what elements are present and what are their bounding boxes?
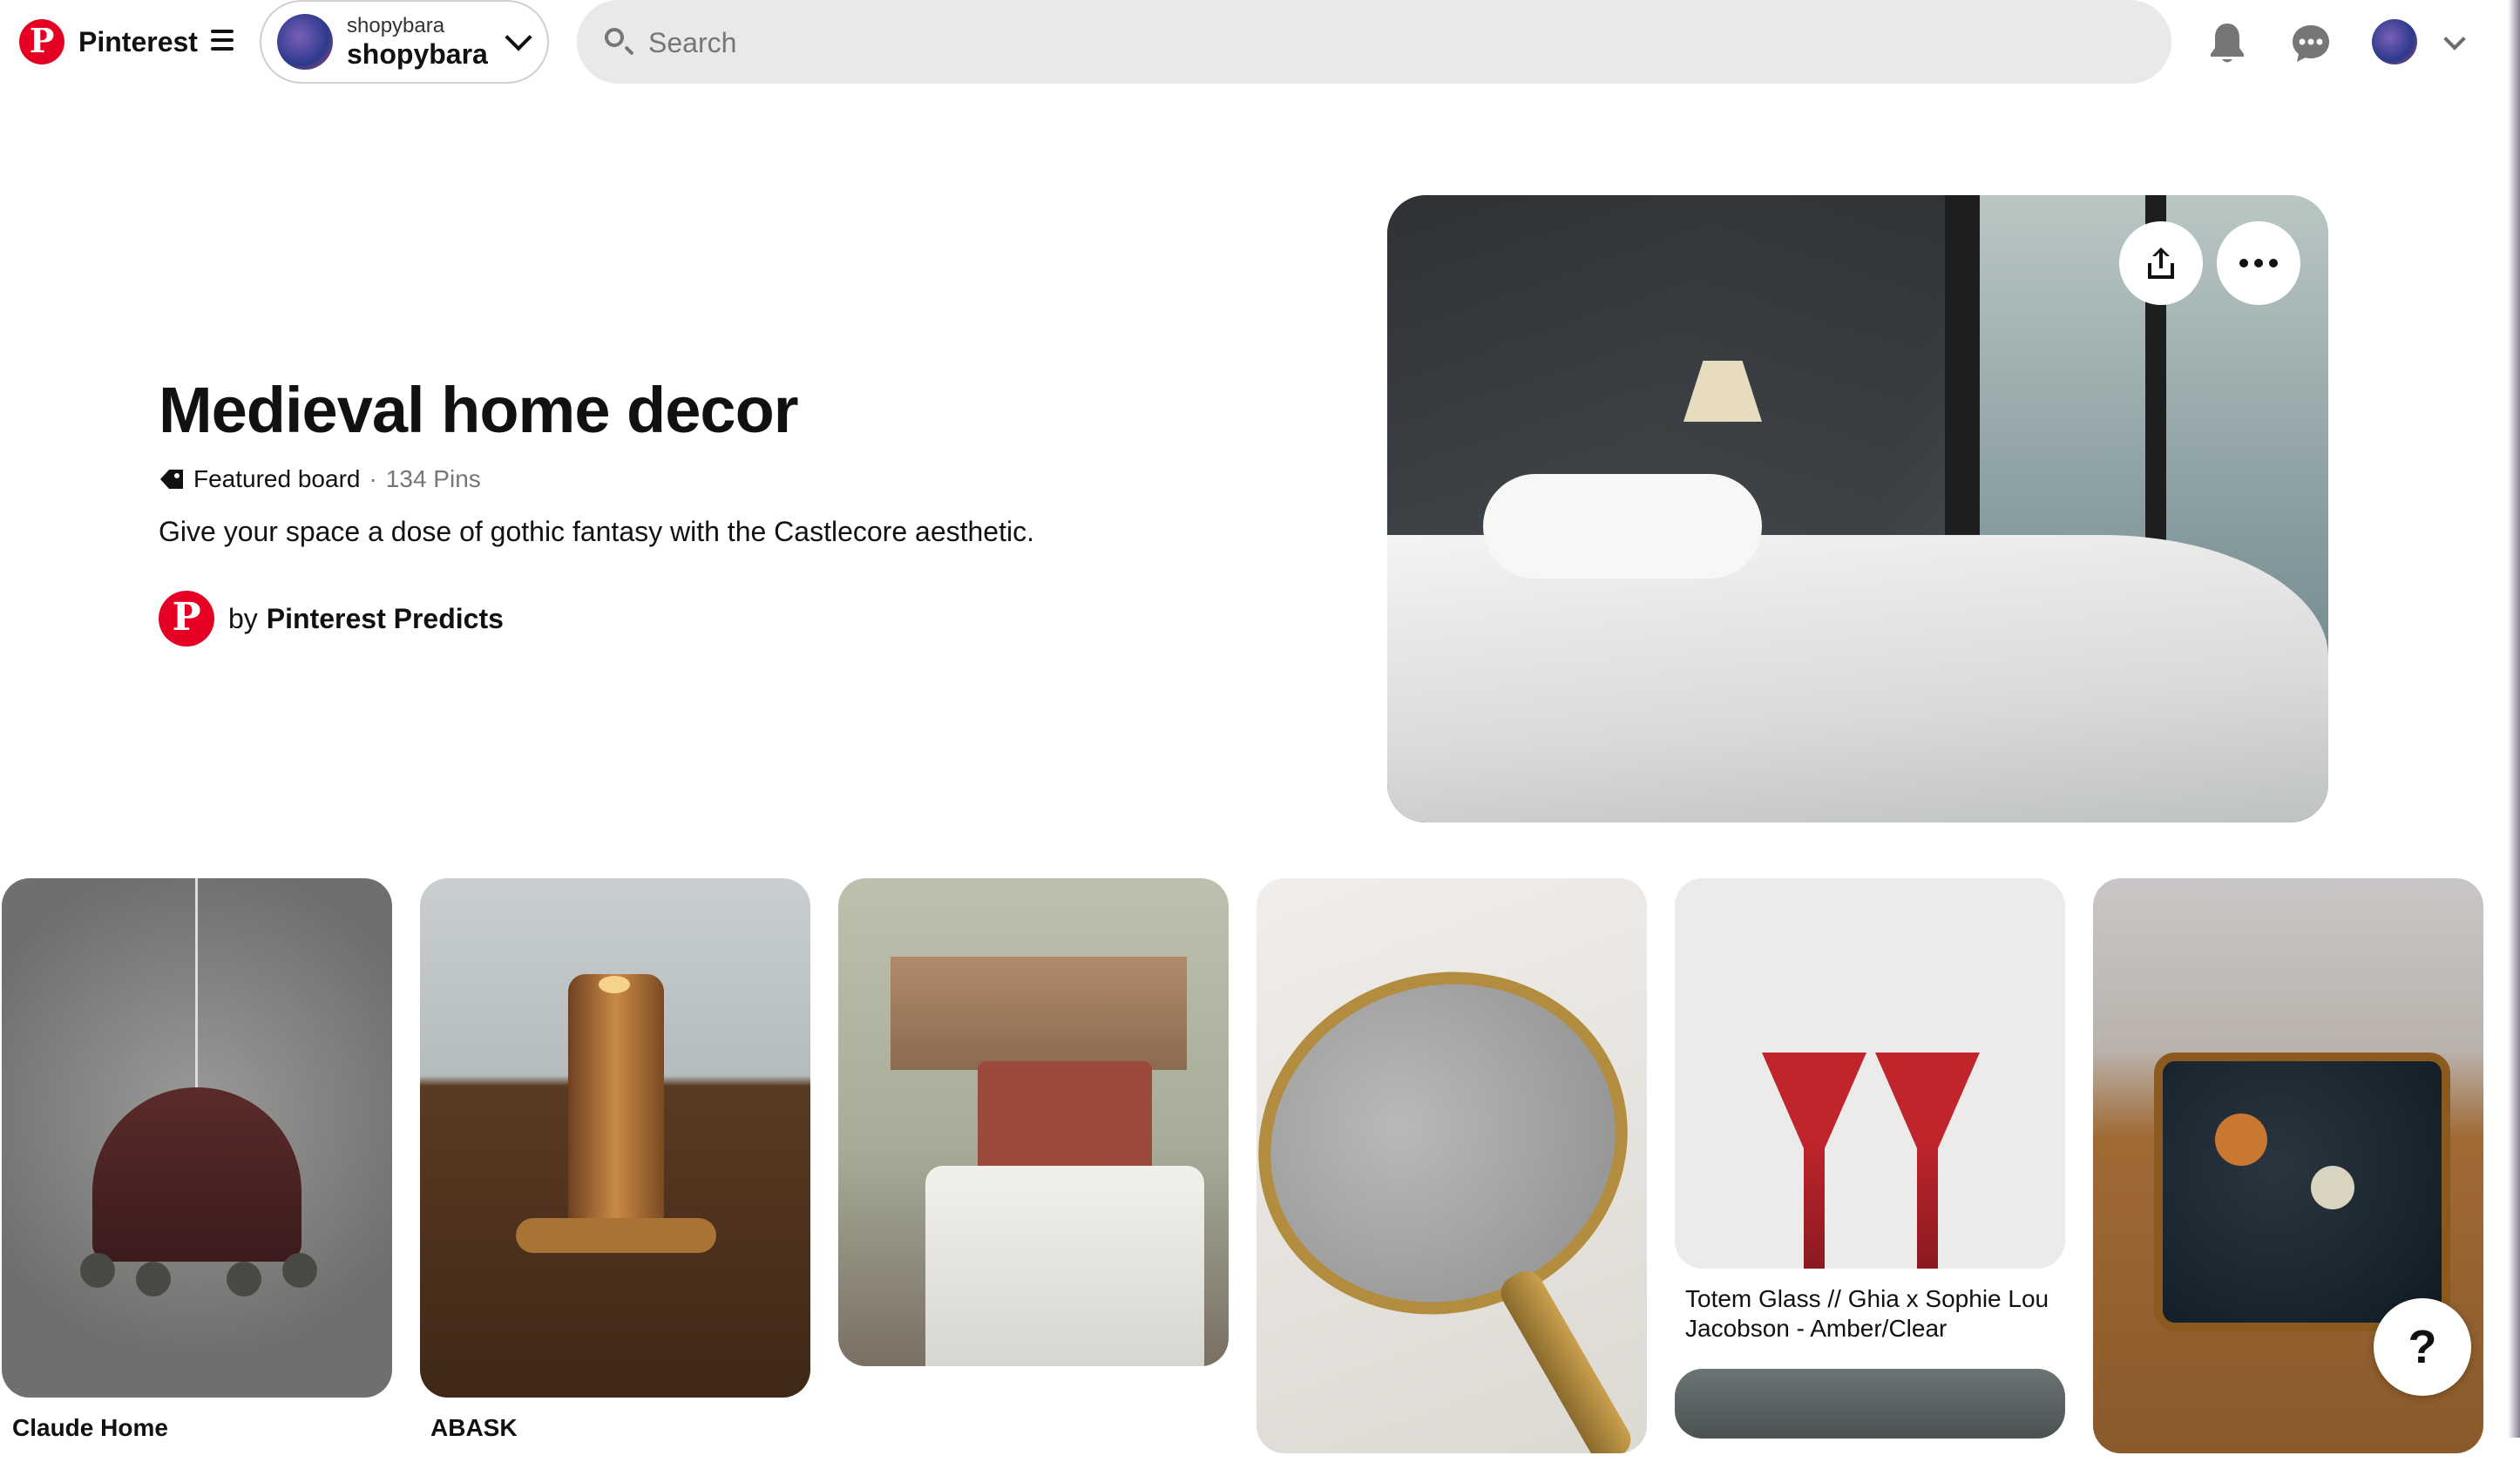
pin-card[interactable]: Totem Glass // Ghia x Sophie Lou Jacobso…	[1675, 878, 2065, 1439]
featured-board-label: Featured board	[193, 465, 361, 492]
pin-card[interactable]: ABASK	[420, 878, 810, 1443]
app-name: Pinterest	[78, 25, 198, 58]
account-username: shopybara	[347, 14, 445, 37]
creator-name-link[interactable]: Pinterest Predicts	[267, 603, 504, 635]
bell-icon	[2211, 24, 2244, 63]
meta-separator: ·	[369, 465, 377, 492]
menu-icon[interactable]	[211, 30, 234, 51]
pin-image[interactable]	[1257, 878, 1647, 1453]
share-button[interactable]	[2119, 221, 2203, 305]
tag-icon	[160, 470, 183, 489]
share-icon	[2148, 247, 2174, 279]
pin-image[interactable]	[1675, 1369, 2065, 1439]
board-title: Medieval home decor	[159, 374, 799, 446]
more-options-button[interactable]	[2217, 221, 2300, 305]
pin-image[interactable]	[1675, 878, 2065, 1269]
pin-title: ABASK	[430, 1414, 518, 1441]
pin-title: Totem Glass // Ghia x Sophie Lou Jacobso…	[1685, 1285, 2049, 1342]
chevron-down-icon	[505, 24, 532, 51]
help-button[interactable]: ?	[2374, 1298, 2471, 1396]
board-meta: Featured board · 134 Pins	[159, 465, 481, 493]
notifications-button[interactable]	[2201, 19, 2253, 68]
pin-image[interactable]	[420, 878, 810, 1398]
pinterest-logo-icon: P	[19, 19, 64, 64]
messages-button[interactable]	[2285, 19, 2337, 68]
account-display-name: shopybara	[347, 38, 488, 70]
search-input[interactable]	[647, 16, 2131, 70]
chevron-down-icon[interactable]	[2443, 28, 2466, 51]
pin-title: Claude Home	[12, 1414, 168, 1441]
board-cover-image	[1387, 195, 2328, 823]
pin-card[interactable]: Claude Home	[2, 878, 392, 1443]
pin-card[interactable]	[1257, 878, 1647, 1469]
creator-avatar[interactable]: P	[159, 591, 214, 646]
page-edge	[2508, 0, 2520, 1438]
board-description: Give your space a dose of gothic fantasy…	[159, 516, 1034, 547]
account-avatar	[277, 14, 333, 70]
help-label: ?	[2408, 1321, 2437, 1373]
chat-icon	[2293, 25, 2329, 62]
account-switcher[interactable]: shopybara shopybara	[260, 0, 549, 84]
user-avatar[interactable]	[2372, 19, 2417, 64]
pin-image[interactable]	[2, 878, 392, 1398]
more-icon	[2239, 259, 2278, 267]
top-navigation: P Pinterest shopybara shopybara	[0, 0, 2520, 87]
search-bar[interactable]	[577, 0, 2171, 84]
search-icon	[605, 28, 624, 47]
pin-card[interactable]	[838, 878, 1229, 1382]
creator-prefix: by	[228, 602, 258, 634]
pin-image[interactable]	[838, 878, 1229, 1366]
pinterest-home-link[interactable]: P Pinterest	[19, 19, 198, 64]
pin-count: 134 Pins	[385, 465, 481, 492]
board-creator[interactable]: P by Pinterest Predicts	[159, 591, 504, 646]
